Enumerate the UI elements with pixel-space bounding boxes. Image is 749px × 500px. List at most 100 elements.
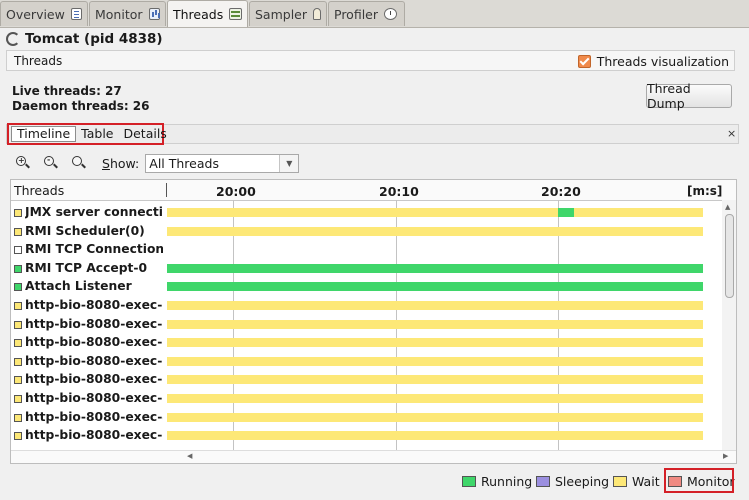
time-tick: 20:20 <box>541 184 581 199</box>
thread-name: RMI TCP Connection(... <box>25 242 163 257</box>
thread-row[interactable]: Attach Listener <box>11 278 736 297</box>
thread-state-swatch <box>14 339 22 348</box>
zoom-fit-button[interactable] <box>68 153 90 173</box>
profiler-icon <box>384 8 398 20</box>
tab-timeline[interactable]: Timeline <box>11 126 77 142</box>
daemon-threads: Daemon threads: 26 <box>12 99 150 113</box>
thread-name: Attach Listener <box>25 279 132 294</box>
thread-state-swatch <box>14 264 22 273</box>
wait-swatch <box>613 476 627 487</box>
thread-name: RMI Scheduler(0) <box>25 223 145 238</box>
thread-row[interactable]: JMX server connecti... <box>11 204 736 223</box>
thread-row[interactable]: http-bio-8080-exec-4 <box>11 409 736 428</box>
thread-timeline-bar[interactable] <box>167 412 703 422</box>
show-filter-value: All Threads <box>149 155 219 171</box>
vertical-scrollbar[interactable]: ▲ <box>722 200 736 450</box>
thread-row[interactable]: http-bio-8080-exec-6 <box>11 371 736 390</box>
checkbox-checked-icon[interactable] <box>577 55 591 68</box>
thread-row[interactable]: http-bio-8080-exec-3 <box>11 427 736 446</box>
thread-state-swatch <box>14 432 22 441</box>
thread-state-swatch <box>14 357 22 366</box>
thread-row[interactable]: http-bio-8080-exec-7 <box>11 353 736 372</box>
thread-timeline-bar[interactable] <box>167 263 703 273</box>
threads-column-header[interactable]: Threads <box>14 183 64 198</box>
show-label: Show: <box>102 155 140 171</box>
timeline-header: Threads 20:00 20:10 20:20 [m:s] <box>11 180 736 201</box>
scrollbar-thumb[interactable] <box>725 214 734 298</box>
thread-timeline-bar[interactable] <box>167 226 703 236</box>
thread-stats: Live threads: 27 Daemon threads: 26 <box>12 84 150 114</box>
legend-sleeping: Sleeping <box>536 474 609 489</box>
tab-threads[interactable]: Threads <box>167 0 248 27</box>
thread-row[interactable]: http-bio-8080-exec-9 <box>11 316 736 335</box>
zoom-out-button[interactable]: - <box>40 153 62 173</box>
page-title: Tomcat (pid 4838) <box>6 30 163 48</box>
thread-row[interactable]: http-bio-8080-exec-8 <box>11 334 736 353</box>
thread-timeline-bar[interactable] <box>167 300 703 310</box>
thread-timeline-bar[interactable] <box>167 356 703 366</box>
sleeping-swatch <box>536 476 550 487</box>
tab-details[interactable]: Details <box>118 127 171 141</box>
thread-state-swatch <box>14 283 22 292</box>
thread-dump-button[interactable]: Thread Dump <box>646 81 732 111</box>
thread-row[interactable]: RMI Scheduler(0) <box>11 223 736 242</box>
thread-state-swatch <box>14 376 22 385</box>
tab-overview[interactable]: Overview <box>0 1 88 26</box>
threads-section-header: Threads Threads visualization <box>6 50 735 71</box>
scroll-up-icon[interactable]: ▲ <box>725 203 730 211</box>
tab-monitor[interactable]: Monitor <box>89 1 166 26</box>
zoom-in-button[interactable]: + <box>12 153 34 173</box>
thread-timeline-bar[interactable] <box>167 375 703 385</box>
thread-timeline-bar[interactable] <box>167 431 703 441</box>
scroll-left-icon[interactable]: ◀ <box>187 452 192 460</box>
chevron-down-icon[interactable]: ▼ <box>279 154 299 172</box>
threads-visualization-checkbox[interactable]: Threads visualization <box>577 54 729 69</box>
thread-row[interactable]: RMI TCP Connection(... <box>11 241 736 260</box>
thread-name: http-bio-8080-exec-9 <box>25 316 163 331</box>
view-tabs: Timeline Table Details <box>7 123 167 145</box>
thread-name: http-bio-8080-exec-7 <box>25 353 163 368</box>
tab-label: Monitor <box>95 6 143 22</box>
tab-table[interactable]: Table <box>76 127 118 141</box>
thread-row[interactable]: http-bio-8080-exec-10 <box>11 297 736 316</box>
time-tick: 20:10 <box>379 184 419 199</box>
thread-name: http-bio-8080-exec-3 <box>25 428 163 443</box>
thread-row[interactable]: RMI TCP Accept-0 <box>11 260 736 279</box>
refresh-icon <box>6 32 20 46</box>
tab-sampler[interactable]: Sampler <box>249 1 327 26</box>
thread-timeline-bar[interactable] <box>167 393 703 403</box>
monitor-highlight <box>664 468 734 493</box>
thread-name: http-bio-8080-exec-4 <box>25 409 163 424</box>
time-unit: [m:s] <box>687 184 723 198</box>
sampler-icon <box>313 8 321 20</box>
thread-timeline-bar[interactable] <box>167 282 703 292</box>
thread-timeline-bar[interactable] <box>167 338 703 348</box>
timeline-toolbar: + - Show: All Threads ▼ <box>12 152 737 174</box>
horizontal-scrollbar[interactable]: ◀ ▶ <box>11 450 736 463</box>
tab-label: Threads <box>173 6 224 22</box>
thread-name: http-bio-8080-exec-10 <box>25 297 163 312</box>
thread-state-swatch <box>14 227 22 236</box>
tab-profiler[interactable]: Profiler <box>328 1 405 26</box>
thread-state-swatch <box>14 246 22 255</box>
overview-icon <box>70 8 82 20</box>
thread-state-swatch <box>14 394 22 403</box>
scroll-right-icon[interactable]: ▶ <box>723 452 728 460</box>
thread-state-swatch <box>14 320 22 329</box>
close-icon[interactable]: × <box>727 127 736 140</box>
visualization-label: Threads visualization <box>596 54 729 69</box>
thread-timeline-bar[interactable] <box>167 208 703 217</box>
tab-label: Overview <box>6 6 65 22</box>
thread-name: RMI TCP Accept-0 <box>25 260 148 275</box>
running-swatch <box>462 476 476 487</box>
thread-name: JMX server connecti... <box>25 205 163 219</box>
legend-wait: Wait <box>613 474 660 489</box>
thread-row[interactable]: http-bio-8080-exec-5 <box>11 390 736 409</box>
show-filter-select[interactable]: All Threads ▼ <box>145 153 300 173</box>
column-separator[interactable] <box>166 183 167 197</box>
thread-state-swatch <box>14 301 22 310</box>
tab-label: Sampler <box>255 6 308 22</box>
thread-timeline-bar[interactable] <box>167 319 703 329</box>
live-threads: Live threads: 27 <box>12 84 122 98</box>
thread-name: http-bio-8080-exec-6 <box>25 372 163 387</box>
